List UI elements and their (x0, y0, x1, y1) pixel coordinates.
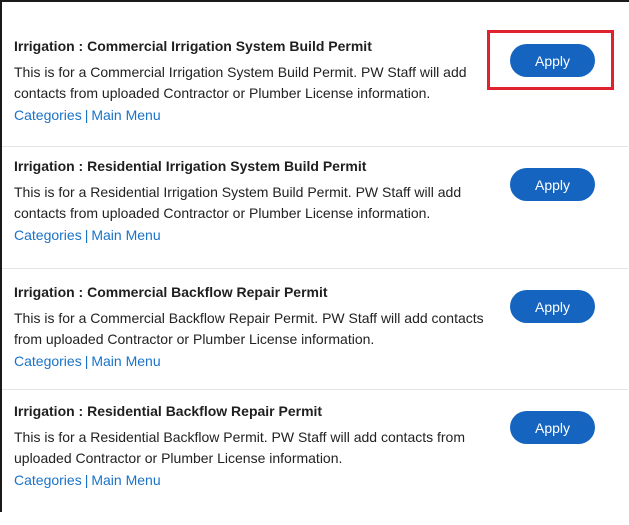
permit-description: This is for a Commercial Irrigation Syst… (14, 64, 467, 101)
link-separator: | (84, 107, 89, 123)
link-separator: | (84, 472, 89, 488)
permit-item-residential-irrigation: Irrigation : Residential Irrigation Syst… (14, 158, 614, 280)
categories-link[interactable]: Categories (14, 353, 82, 369)
main-menu-link[interactable]: Main Menu (91, 227, 160, 243)
divider (2, 268, 628, 269)
main-menu-link[interactable]: Main Menu (91, 472, 160, 488)
divider (2, 389, 628, 390)
permit-description: This is for a Residential Irrigation Sys… (14, 184, 462, 221)
categories-link[interactable]: Categories (14, 227, 82, 243)
permit-links: Categories | Main Menu (14, 472, 161, 488)
permit-description: This is for a Residential Backflow Permi… (14, 429, 466, 466)
link-separator: | (84, 353, 89, 369)
permit-links: Categories | Main Menu (14, 227, 161, 243)
permit-title: Irrigation : Commercial Irrigation Syste… (14, 38, 372, 54)
permit-links: Categories | Main Menu (14, 353, 161, 369)
divider (2, 146, 628, 147)
highlight-box (487, 30, 614, 90)
apply-button[interactable]: Apply (510, 290, 595, 323)
permit-item-residential-backflow: Irrigation : Residential Backflow Repair… (14, 403, 614, 525)
link-separator: | (84, 227, 89, 243)
apply-button[interactable]: Apply (510, 411, 595, 444)
permit-title: Irrigation : Commercial Backflow Repair … (14, 284, 328, 300)
categories-link[interactable]: Categories (14, 107, 82, 123)
permit-item-commercial-backflow: Irrigation : Commercial Backflow Repair … (14, 284, 614, 406)
permit-title: Irrigation : Residential Irrigation Syst… (14, 158, 367, 174)
permit-description: This is for a Commercial Backflow Repair… (14, 310, 484, 347)
main-menu-link[interactable]: Main Menu (91, 107, 160, 123)
categories-link[interactable]: Categories (14, 472, 82, 488)
apply-button[interactable]: Apply (510, 168, 595, 201)
permit-links: Categories | Main Menu (14, 107, 161, 123)
permit-title: Irrigation : Residential Backflow Repair… (14, 403, 323, 419)
main-menu-link[interactable]: Main Menu (91, 353, 160, 369)
